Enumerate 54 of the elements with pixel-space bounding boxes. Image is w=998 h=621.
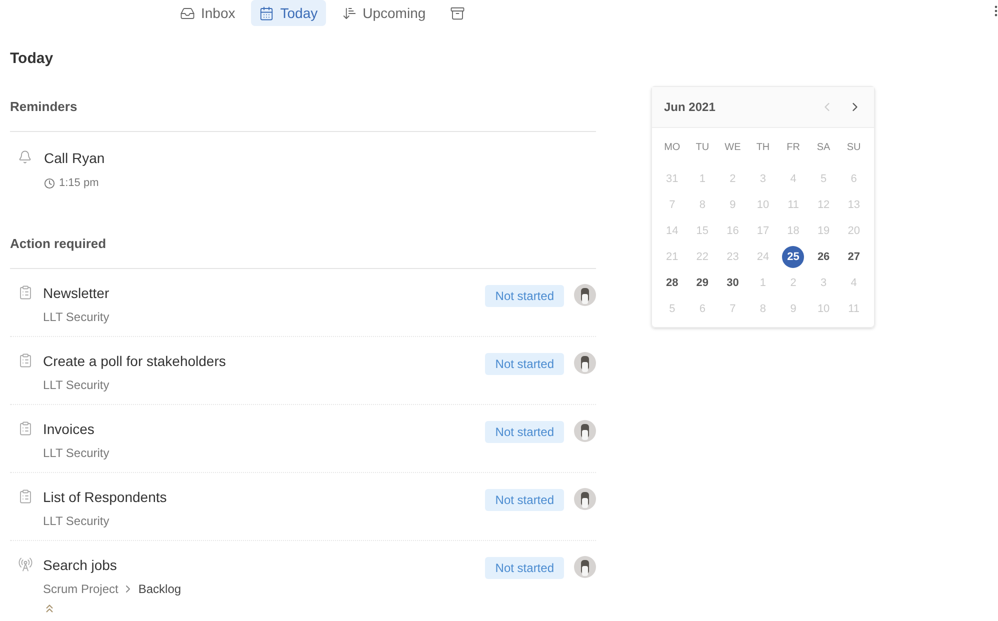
calendar-day[interactable]: 30 [722, 272, 744, 294]
status-badge: Not started [485, 352, 564, 374]
reminder-title[interactable]: Call Ryan [44, 148, 105, 169]
project-link[interactable]: Backlog [138, 580, 182, 598]
task-title[interactable]: List of Respondents [43, 488, 486, 506]
avatar [574, 556, 596, 578]
project-link[interactable]: Scrum Project [43, 580, 118, 598]
project-link[interactable]: LLT Security [43, 376, 110, 394]
project-link[interactable]: LLT Security [43, 512, 110, 530]
calendar-day[interactable]: 29 [691, 272, 714, 294]
weekday-label: WE [724, 141, 742, 155]
calendar-day[interactable]: 28 [661, 272, 684, 294]
avatar [574, 420, 596, 442]
clipboard-icon [18, 284, 33, 300]
clipboard-icon [18, 352, 33, 368]
nav-tab[interactable]: Today [251, 0, 326, 26]
sort-icon [342, 6, 357, 20]
calendar-day[interactable]: 25 [782, 246, 804, 268]
clock-icon [44, 178, 55, 189]
calendar-icon [259, 6, 274, 20]
project-link[interactable]: LLT Security [43, 444, 110, 462]
clipboard-icon [18, 488, 33, 504]
weekday-label: SU [846, 141, 862, 155]
task-title[interactable]: Create a poll for stakeholders [43, 352, 486, 370]
nav-tab[interactable]: Upcoming [334, 0, 434, 26]
page-title: Today [10, 49, 54, 69]
calendar-day[interactable]: 26 [812, 246, 835, 268]
reminder-time: 1:15 pm [59, 176, 99, 191]
weekday-label: TU [694, 141, 710, 155]
archive-icon [450, 6, 465, 20]
status-badge: Not started [485, 284, 564, 306]
status-badge: Not started [485, 556, 564, 578]
avatar [574, 488, 596, 510]
section-heading: Action required [10, 235, 108, 253]
bell-icon [18, 150, 32, 164]
weekday-label: TH [755, 141, 771, 155]
status-badge: Not started [485, 420, 564, 442]
calendar-day[interactable]: 27 [842, 246, 865, 268]
section-heading: Reminders [10, 98, 78, 116]
clipboard-icon [18, 420, 33, 436]
avatar [574, 352, 596, 374]
antenna-icon [18, 556, 33, 572]
avatar [574, 284, 596, 306]
task-title[interactable]: Invoices [43, 420, 486, 438]
project-link[interactable]: LLT Security [43, 308, 110, 326]
weekday-label: SA [816, 141, 832, 155]
weekday-label: FR [786, 141, 801, 155]
inbox-icon [180, 6, 195, 20]
nav-tab[interactable]: Inbox [172, 0, 244, 26]
task-title[interactable]: Search jobs [43, 556, 486, 574]
status-badge: Not started [485, 488, 564, 510]
month-label: Jun 2021 [664, 99, 716, 116]
weekday-label: MO [663, 141, 682, 155]
task-title[interactable]: Newsletter [43, 284, 486, 302]
